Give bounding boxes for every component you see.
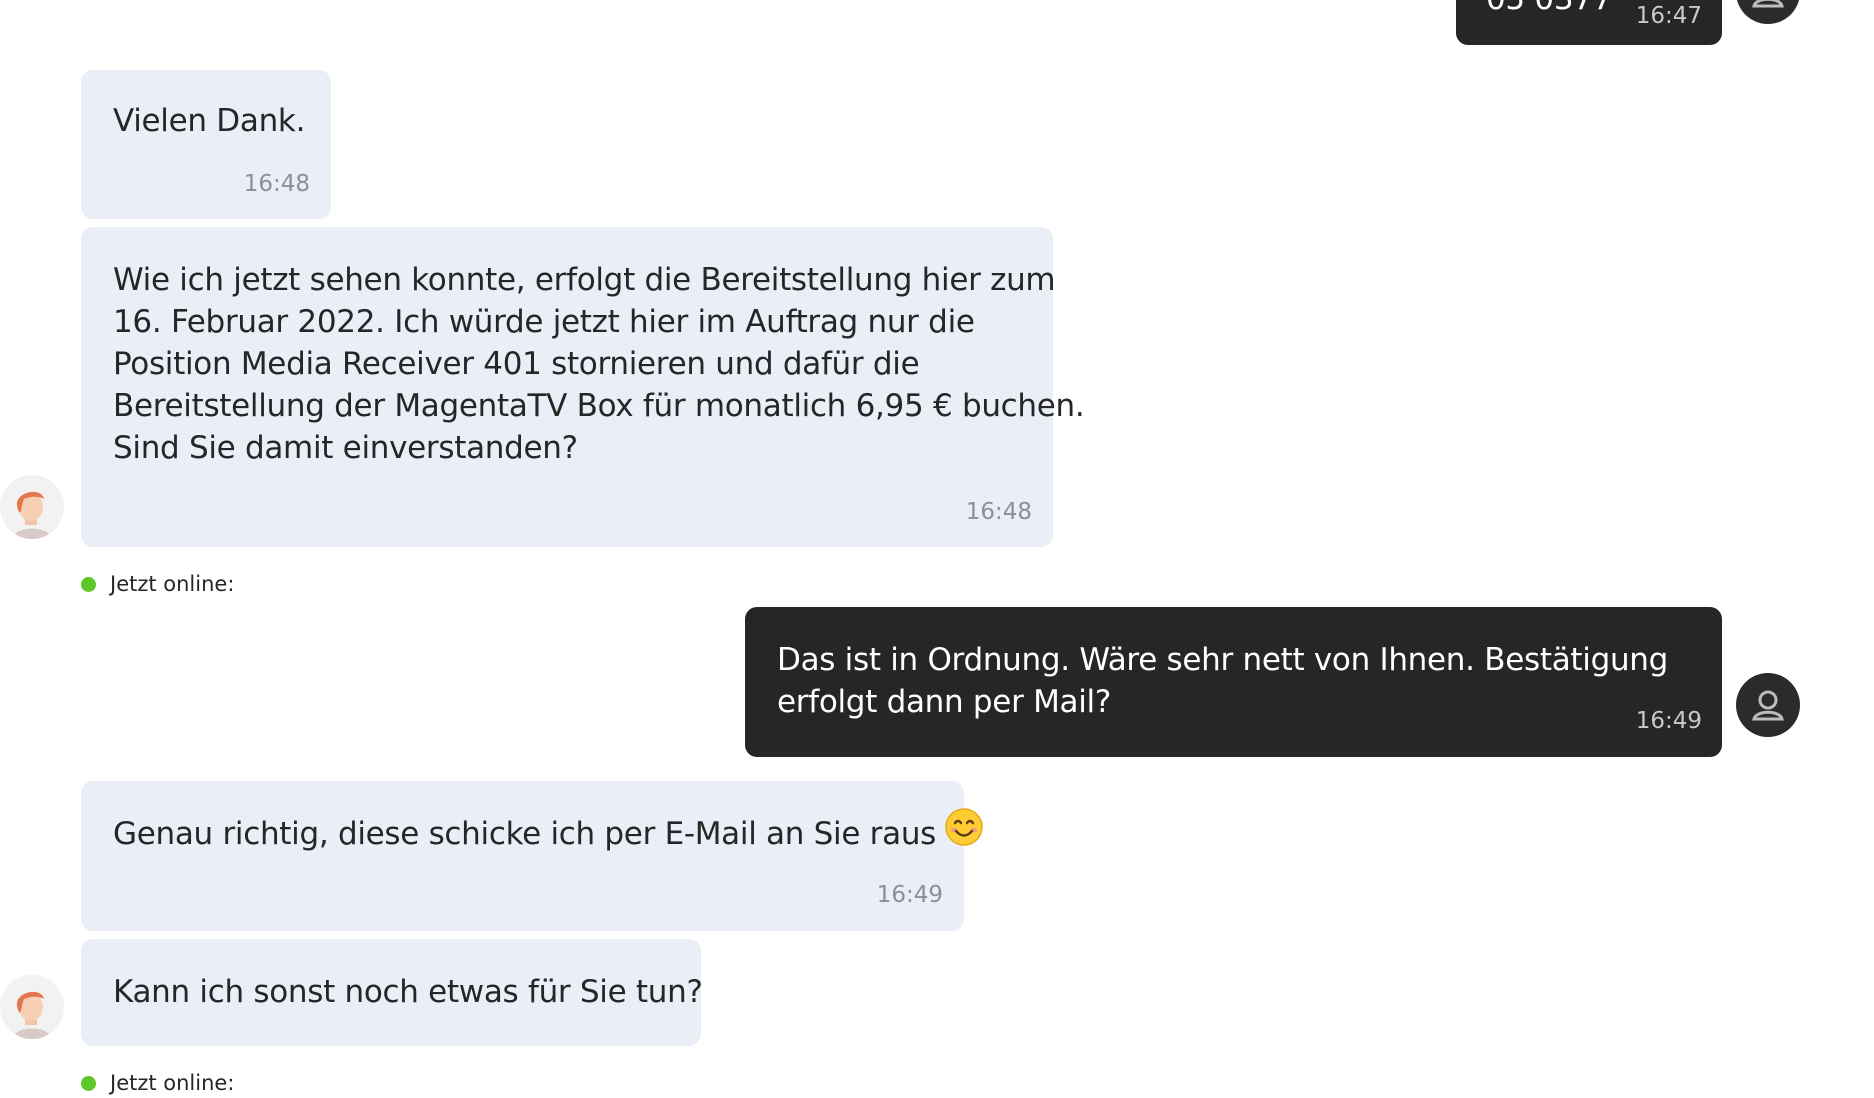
user-icon [1752,690,1784,721]
message-line: Das ist in Ordnung. Wäre sehr nett von I… [777,642,1669,678]
agent-message-bubble: Wie ich jetzt sehen konnte, erfolgt die … [81,227,1085,547]
online-status: Jetzt online: [81,1069,234,1097]
message-text: 05 0377 [1486,0,1612,20]
agent-person-icon [0,975,64,1039]
message-line: erfolgt dann per Mail? [777,684,1111,720]
message-line: 16. Februar 2022. Ich würde jetzt hier i… [113,304,975,340]
online-status-label: Jetzt online: [110,1071,235,1095]
message-line: Wie ich jetzt sehen konnte, erfolgt die … [113,262,1056,298]
message-time: 16:49 [876,882,943,908]
online-status: Jetzt online: [81,570,234,598]
message-time: 16:48 [243,171,310,197]
message-line: Sind Sie damit einverstanden? [113,430,578,466]
message-text: Kann ich sonst noch etwas für Sie tun? [113,974,703,1010]
agent-person-icon [0,475,64,539]
online-status-label: Jetzt online: [110,572,235,596]
online-status-dot [81,1075,96,1091]
message-line: Position Media Receiver 401 stornieren u… [113,346,920,382]
agent-avatar [0,475,64,539]
online-status-dot [81,576,96,592]
smiling-face-emoji-icon [944,807,984,858]
message-line: Bereitstellung der MagentaTV Box für mon… [113,388,1085,424]
user-message-bubble: 05 0377 16:47 [1456,0,1722,45]
agent-avatar [0,975,64,1039]
agent-message-bubble: Genau richtig, diese schicke ich per E-M… [81,781,983,931]
message-time: 16:48 [965,499,1032,525]
message-text: Genau richtig, diese schicke ich per E-M… [113,808,984,858]
message-text: Vielen Dank. [113,103,306,139]
user-avatar [1736,0,1800,24]
user-icon [1752,0,1784,8]
message-time: 16:47 [1635,3,1702,29]
message-time: 16:49 [1635,708,1702,734]
agent-message-bubble: Kann ich sonst noch etwas für Sie tun? [81,939,703,1046]
message-text-content: Genau richtig, diese schicke ich per E-M… [113,816,937,852]
user-avatar [1736,673,1800,737]
agent-message-bubble: Vielen Dank. 16:48 [81,70,331,219]
user-message-bubble: Das ist in Ordnung. Wäre sehr nett von I… [745,607,1722,757]
